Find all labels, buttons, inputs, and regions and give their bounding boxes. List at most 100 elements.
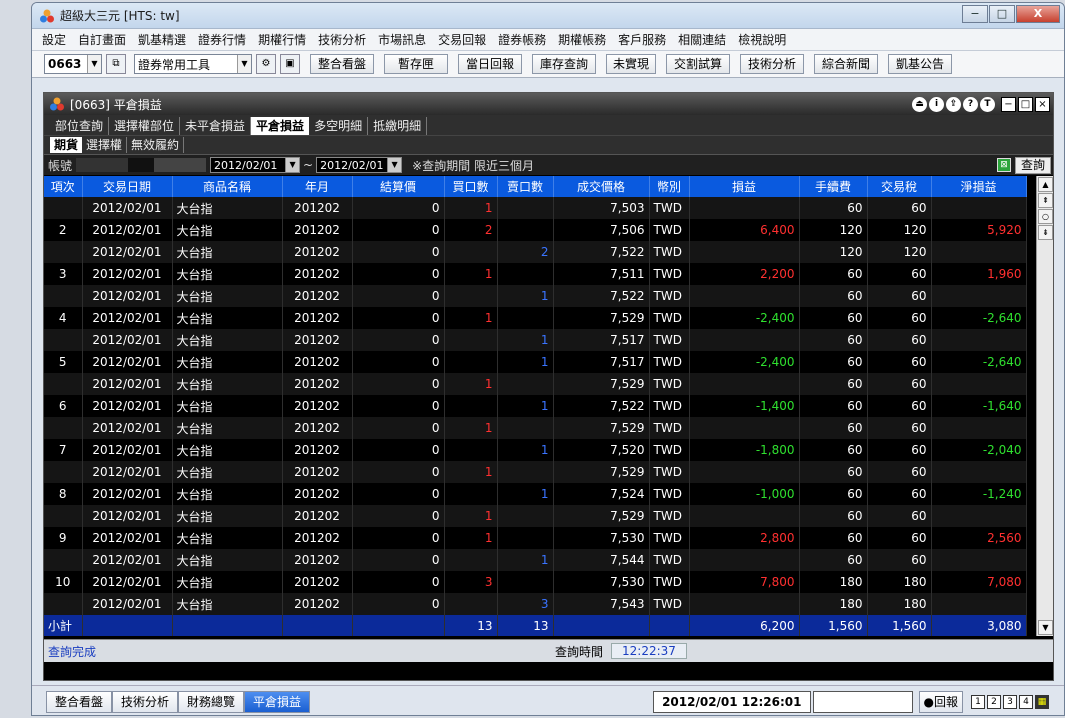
table-row[interactable]: 4 2012/02/01 大台指 201202 0 1 7,529 TWD -2,400 60 60…	[44, 307, 1027, 329]
menu-futures-account[interactable]: 期權帳務	[558, 31, 606, 48]
table-row[interactable]: 2012/02/01 大台指 201202 0 3 7,543 TWD 180 180	[44, 593, 1027, 615]
table-row[interactable]: 3 2012/02/01 大台指 201202 0 1 7,511 TWD 2,200 60 60 1…	[44, 263, 1027, 285]
maximize-icon[interactable]: □	[1018, 96, 1033, 112]
col-header-product[interactable]: 商品名稱	[172, 176, 283, 197]
menu-custom-screen[interactable]: 自訂畫面	[78, 31, 126, 48]
chevron-down-icon[interactable]: ▼	[387, 158, 402, 172]
technical-analysis-button[interactable]: 技術分析	[740, 54, 804, 74]
layout-2-icon[interactable]: 2	[986, 694, 1001, 709]
gear-icon[interactable]: ⚙	[256, 54, 276, 74]
table-row[interactable]: 2 2012/02/01 大台指 201202 0 2 7,506 TWD 6,400 120 12…	[44, 219, 1027, 241]
col-header-price[interactable]: 成交價格	[553, 176, 650, 197]
account-field[interactable]	[76, 158, 207, 172]
menu-settings[interactable]: 設定	[42, 31, 66, 48]
help-icon[interactable]: ?	[963, 96, 978, 112]
table-row[interactable]: 2012/02/01 大台指 201202 0 1 7,544 TWD 60 60	[44, 549, 1027, 571]
menu-market-info[interactable]: 市場訊息	[378, 31, 426, 48]
date-from-input[interactable]: 2012/02/01 ▼	[210, 157, 301, 173]
menu-kgi-picks[interactable]: 凱基精選	[138, 31, 186, 48]
scroll-circle-icon[interactable]: ○	[1038, 209, 1053, 224]
col-header-sell[interactable]: 賣口數	[497, 176, 554, 197]
layout-3-icon[interactable]: 3	[1002, 694, 1017, 709]
menu-help[interactable]: 檢視說明	[738, 31, 786, 48]
table-row[interactable]: 2012/02/01 大台指 201202 0 1 7,529 TWD 60 60	[44, 505, 1027, 527]
bottom-tab-technical[interactable]: 技術分析	[112, 690, 179, 713]
bottom-tab-closed-pl[interactable]: 平倉損益	[244, 690, 311, 713]
integrated-view-button[interactable]: 整合看盤	[310, 54, 374, 74]
menu-trade-report[interactable]: 交易回報	[438, 31, 486, 48]
chevron-down-icon[interactable]: ▼	[285, 158, 300, 172]
table-row[interactable]: 2012/02/01 大台指 201202 0 1 7,503 TWD 60 60	[44, 197, 1027, 219]
table-row[interactable]: 10 2012/02/01 大台指 201202 0 3 7,530 TWD 7,800 180 1…	[44, 571, 1027, 593]
query-button[interactable]: 查詢	[1014, 156, 1051, 174]
menu-stock-quotes[interactable]: 證券行情	[198, 31, 246, 48]
layout-1-icon[interactable]: 1	[970, 694, 985, 709]
minimize-icon[interactable]: −	[1001, 96, 1016, 112]
table-row[interactable]: 2012/02/01 大台指 201202 0 1 7,529 TWD 60 60	[44, 417, 1027, 439]
menu-futures-quotes[interactable]: 期權行情	[258, 31, 306, 48]
tab-long-short[interactable]: 多空明細	[309, 117, 369, 135]
copy-icon[interactable]: ⧉	[106, 54, 126, 74]
scroll-up-icon[interactable]: ▲	[1038, 177, 1053, 192]
col-header-index[interactable]: 項次	[44, 176, 83, 197]
upload-icon[interactable]: ⇪	[946, 96, 961, 112]
col-header-fee[interactable]: 手續費	[799, 176, 868, 197]
minimize-button[interactable]: −	[962, 5, 988, 23]
close-icon[interactable]: ×	[1035, 96, 1050, 112]
menu-links[interactable]: 相關連結	[678, 31, 726, 48]
col-header-net[interactable]: 淨損益	[931, 176, 1027, 197]
inventory-button[interactable]: 庫存查詢	[532, 54, 596, 74]
table-row[interactable]: 7 2012/02/01 大台指 201202 0 1 7,520 TWD -1,800 60 60…	[44, 439, 1027, 461]
bottom-tab-integrated[interactable]: 整合看盤	[46, 690, 113, 713]
settlement-calc-button[interactable]: 交割試算	[666, 54, 730, 74]
report-button[interactable]: ●回報	[918, 690, 963, 713]
scroll-bottom-icon[interactable]: ⇟	[1038, 225, 1053, 240]
chevron-down-icon[interactable]: ▼	[237, 55, 251, 73]
export-icon[interactable]: ⏏	[912, 96, 927, 112]
close-button[interactable]: X	[1016, 5, 1060, 23]
table-row[interactable]: 2012/02/01 大台指 201202 0 1 7,517 TWD 60 60	[44, 329, 1027, 351]
col-header-settle[interactable]: 結算價	[352, 176, 445, 197]
t-icon[interactable]: T	[980, 96, 995, 112]
col-header-currency[interactable]: 幣別	[649, 176, 690, 197]
subtab-invalid-exercise[interactable]: 無效履約	[127, 137, 185, 153]
subtab-options[interactable]: 選擇權	[82, 137, 128, 153]
maximize-button[interactable]: □	[989, 5, 1015, 23]
grid-icon[interactable]: ▦	[1034, 694, 1049, 709]
vertical-scrollbar[interactable]: ▲ ⇞ ○ ⇟ ▼	[1036, 176, 1053, 636]
layout-4-icon[interactable]: 4	[1018, 694, 1033, 709]
scroll-top-icon[interactable]: ⇞	[1038, 193, 1053, 208]
info-icon[interactable]: i	[929, 96, 944, 112]
scroll-down-icon[interactable]: ▼	[1038, 620, 1053, 635]
window-icon[interactable]: ▣	[280, 54, 300, 74]
col-header-pl[interactable]: 損益	[689, 176, 800, 197]
tool-select[interactable]: 證券常用工具 ▼	[134, 54, 252, 74]
table-row[interactable]: 5 2012/02/01 大台指 201202 0 1 7,517 TWD -2,400 60 60…	[44, 351, 1027, 373]
table-row[interactable]: 2012/02/01 大台指 201202 0 1 7,522 TWD 60 60	[44, 285, 1027, 307]
table-row[interactable]: 2012/02/01 大台指 201202 0 1 7,529 TWD 60 60	[44, 461, 1027, 483]
tab-options-position[interactable]: 選擇權部位	[109, 117, 181, 135]
table-row[interactable]: 8 2012/02/01 大台指 201202 0 1 7,524 TWD -1,000 60 60…	[44, 483, 1027, 505]
news-button[interactable]: 綜合新聞	[814, 54, 878, 74]
tab-position[interactable]: 部位查詢	[50, 117, 110, 135]
tab-closed-pl[interactable]: 平倉損益	[251, 117, 310, 135]
subtab-futures[interactable]: 期貨	[50, 137, 83, 153]
col-header-buy[interactable]: 買口數	[444, 176, 498, 197]
table-row[interactable]: 2012/02/01 大台指 201202 0 1 7,529 TWD 60 60	[44, 373, 1027, 395]
menu-technical-analysis[interactable]: 技術分析	[318, 31, 366, 48]
unrealized-button[interactable]: 未實現	[606, 54, 656, 74]
daily-report-button[interactable]: 當日回報	[458, 54, 522, 74]
bottom-tab-finance[interactable]: 財務總覽	[178, 690, 245, 713]
announcement-button[interactable]: 凱基公告	[888, 54, 952, 74]
col-header-month[interactable]: 年月	[282, 176, 353, 197]
excel-icon[interactable]: ⊠	[996, 158, 1011, 172]
menu-stock-account[interactable]: 證券帳務	[498, 31, 546, 48]
menu-customer-service[interactable]: 客戶服務	[618, 31, 666, 48]
table-row[interactable]: 9 2012/02/01 大台指 201202 0 1 7,530 TWD 2,800 60 60 2…	[44, 527, 1027, 549]
code-input[interactable]: 0663 ▼	[44, 54, 102, 74]
table-row[interactable]: 2012/02/01 大台指 201202 0 2 7,522 TWD 120 120	[44, 241, 1027, 263]
tab-open-pl[interactable]: 未平倉損益	[180, 117, 252, 135]
temp-box-button[interactable]: 暫存匣	[384, 54, 448, 74]
col-header-date[interactable]: 交易日期	[82, 176, 173, 197]
tab-collateral[interactable]: 抵繳明細	[368, 117, 428, 135]
